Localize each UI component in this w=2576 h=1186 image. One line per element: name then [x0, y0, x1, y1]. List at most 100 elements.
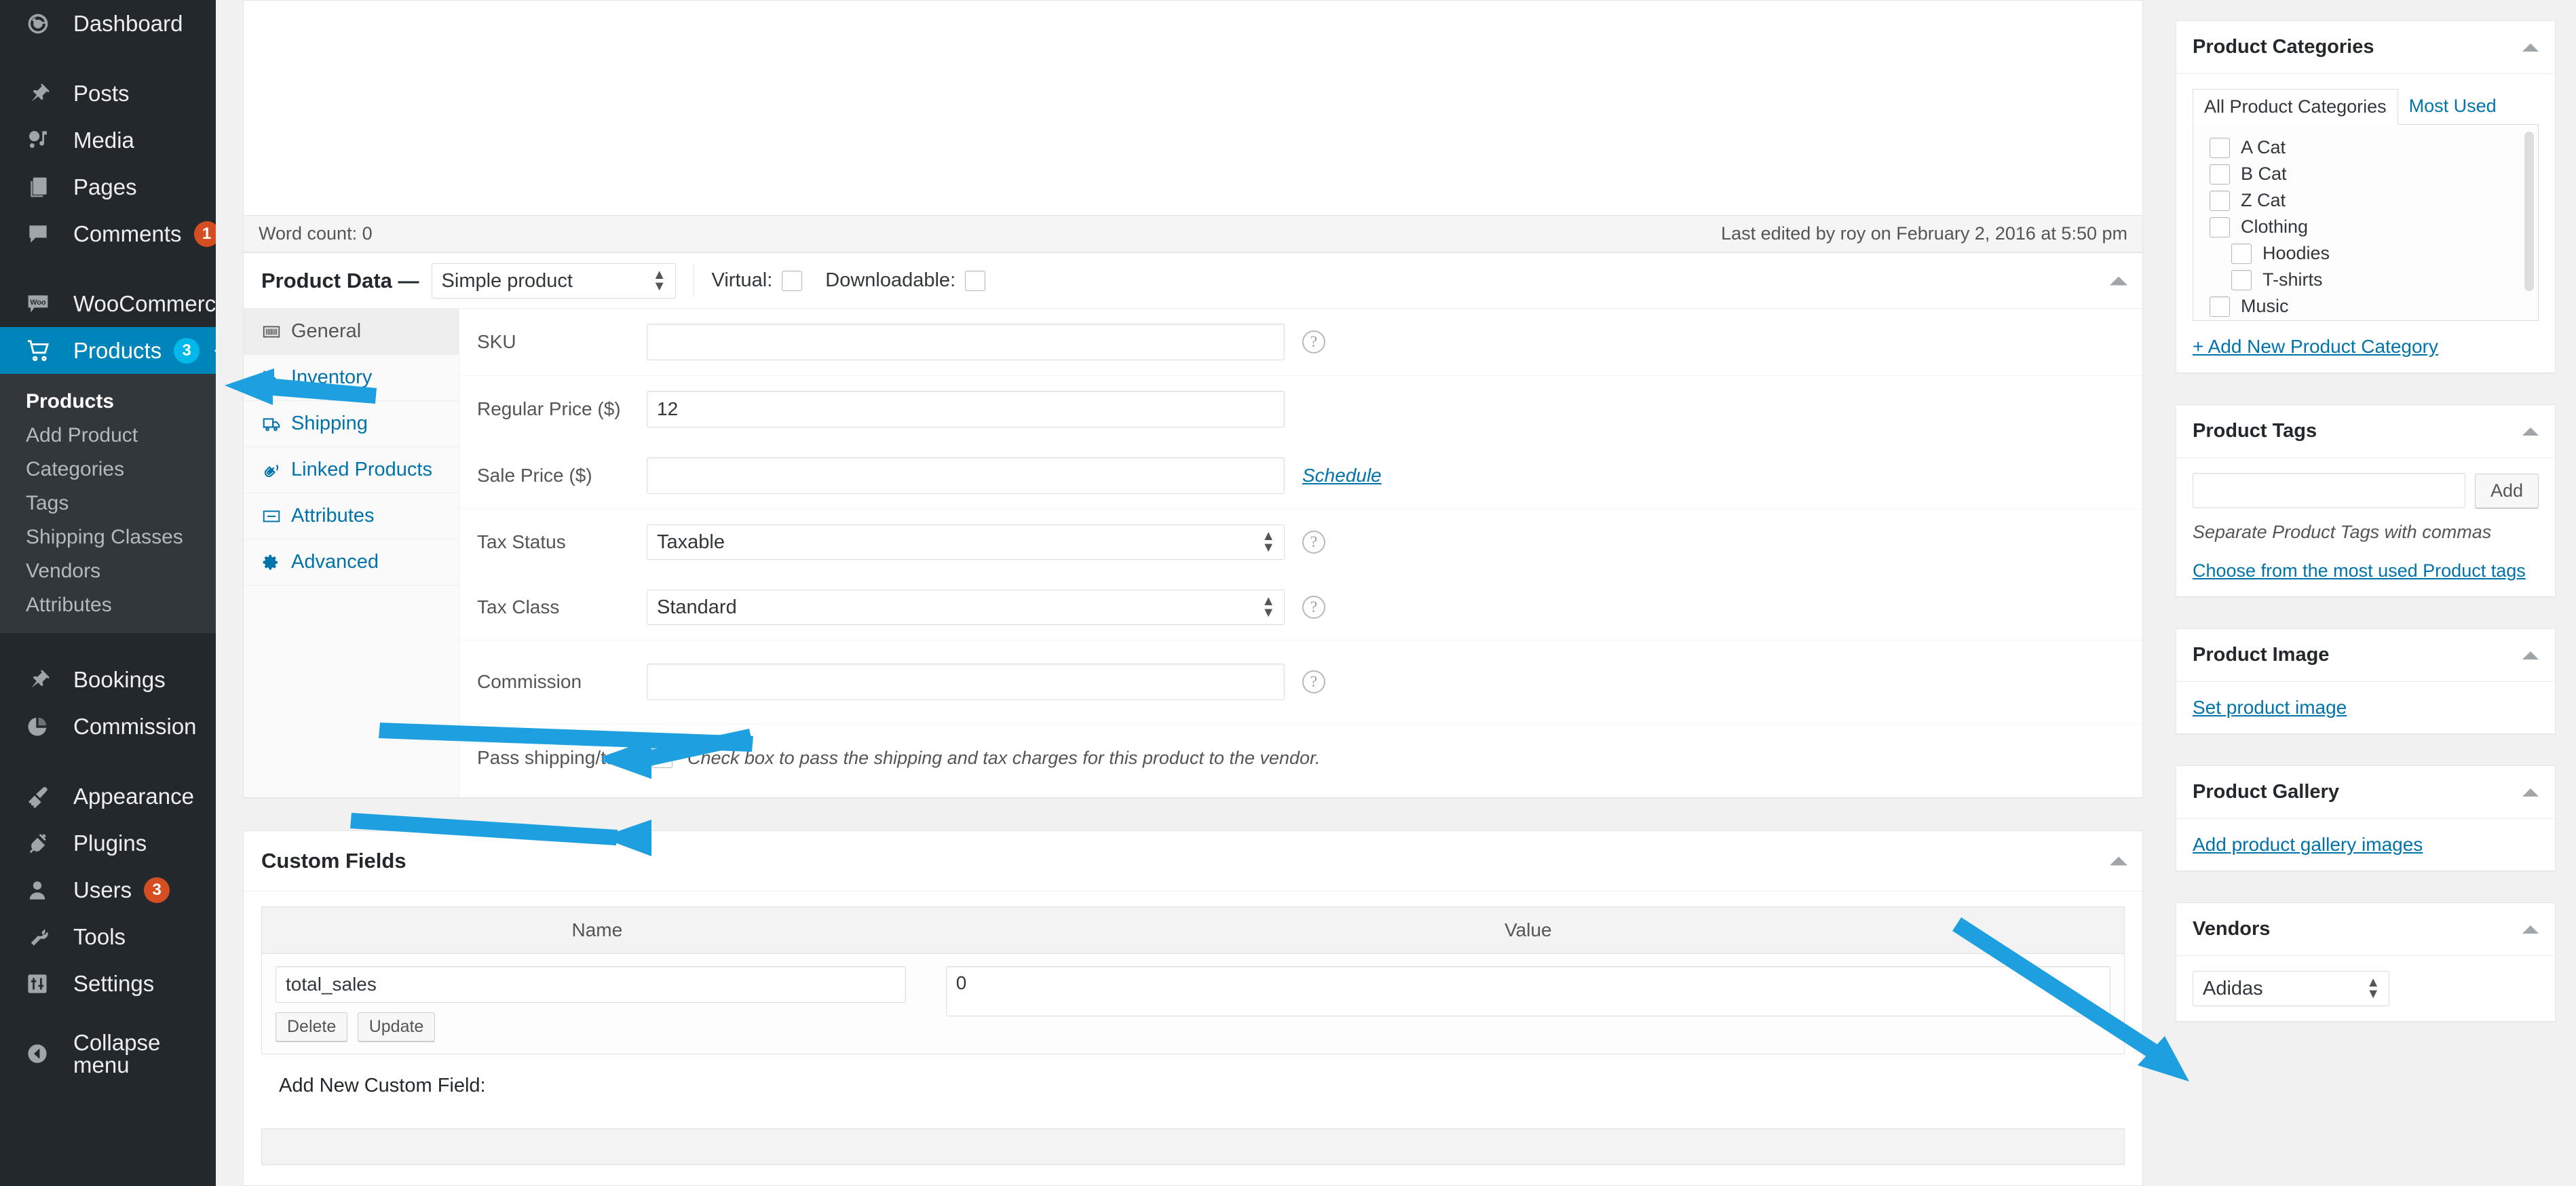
downloadable-label: Downloadable: [825, 269, 956, 291]
sidebar-item-attributes[interactable]: Attributes [0, 588, 216, 622]
add-tag-button[interactable]: Add [2474, 473, 2539, 508]
sidebar-item-users[interactable]: Users 3 [0, 866, 216, 913]
sidebar-item-plugins[interactable]: Plugins [0, 820, 216, 866]
pie-icon [26, 715, 58, 738]
category-checkbox[interactable] [2210, 190, 2230, 211]
sidebar-item-settings[interactable]: Settings [0, 960, 216, 1007]
sidebar-item-appearance[interactable]: Appearance [0, 773, 216, 820]
add-product-gallery-images-link[interactable]: Add product gallery images [2193, 834, 2423, 855]
toggle-panel-icon[interactable] [2110, 276, 2127, 285]
most-used-tags-link[interactable]: Choose from the most used Product tags [2193, 560, 2539, 581]
help-icon[interactable]: ? [1302, 330, 1325, 353]
chevron-up-icon[interactable] [2522, 925, 2539, 934]
sidebar-item-vendors[interactable]: Vendors [0, 554, 216, 588]
sale-price-input[interactable] [647, 457, 1285, 494]
help-icon[interactable]: ? [1302, 531, 1325, 554]
custom-field-value-textarea[interactable]: 0 [945, 966, 2110, 1016]
custom-field-name-input[interactable] [276, 966, 906, 1003]
list-item[interactable]: Hoodies [2200, 240, 2531, 267]
sidebar-item-comments[interactable]: Comments 1 [0, 210, 220, 257]
help-icon[interactable]: ? [1302, 670, 1325, 693]
commission-input[interactable] [647, 664, 1285, 700]
sidebar-item-pages[interactable]: Pages [0, 164, 216, 210]
sidebar-item-posts[interactable]: Posts [0, 70, 216, 117]
sidebar-item-collapse-menu[interactable]: Collapse menu [0, 1030, 216, 1077]
list-item[interactable]: Music [2200, 293, 2531, 320]
tab-most-used[interactable]: Most Used [2398, 89, 2507, 125]
downloadable-checkbox[interactable] [965, 270, 986, 291]
category-scrollbar[interactable] [2524, 132, 2534, 291]
category-label: A Cat [2241, 137, 2286, 157]
tab-advanced[interactable]: Advanced [244, 539, 459, 586]
tax-status-select[interactable]: Taxable [647, 524, 1285, 560]
custom-field-name-cell: Delete Update [261, 953, 932, 1054]
regular-price-label: Regular Price ($) [477, 398, 621, 419]
sidebar-item-dashboard[interactable]: Dashboard [0, 0, 216, 47]
pass-shipping-tax-checkbox[interactable] [652, 748, 673, 768]
product-type-select[interactable]: Simple product [431, 263, 676, 299]
category-checkbox[interactable] [2210, 296, 2230, 317]
virtual-checkbox[interactable] [782, 270, 803, 291]
sidebar-item-media[interactable]: Media [0, 117, 216, 164]
admin-sidebar: Dashboard Posts Media Pages Comments 1 W… [0, 0, 229, 1186]
panel-title-text: Product Categories [2193, 36, 2374, 58]
sku-input[interactable] [647, 324, 1285, 360]
chevron-up-icon[interactable] [2522, 788, 2539, 797]
chevron-up-icon[interactable] [2522, 43, 2539, 52]
tab-attributes[interactable]: Attributes [244, 493, 459, 539]
schedule-link[interactable]: Schedule [1302, 465, 1382, 486]
category-checkbox[interactable] [2210, 137, 2230, 158]
help-icon[interactable]: ? [1302, 596, 1325, 619]
tab-shipping[interactable]: Shipping [244, 401, 459, 447]
sidebar-item-label: Appearance [73, 784, 194, 809]
chevron-up-icon[interactable] [2522, 427, 2539, 436]
sidebar-item-categories[interactable]: Categories [0, 453, 216, 486]
chevron-up-icon[interactable] [2522, 651, 2539, 659]
attributes-icon [261, 506, 291, 527]
vendor-select[interactable]: Adidas [2193, 971, 2389, 1006]
sidebar-item-tools[interactable]: Tools [0, 913, 216, 960]
sidebar-item-add-product[interactable]: Add Product [0, 419, 216, 453]
product-categories-box: Product Categories All Product Categorie… [2176, 20, 2556, 373]
tab-general[interactable]: General [244, 309, 459, 355]
tab-inventory[interactable]: Inventory [244, 355, 459, 401]
products-submenu: Products Add Product Categories Tags Shi… [0, 374, 216, 633]
add-new-product-category-link[interactable]: + Add New Product Category [2193, 336, 2539, 358]
tax-class-select[interactable]: Standard [647, 590, 1285, 625]
sidebar-item-woocommerce[interactable]: Woo WooCommerce [0, 280, 229, 327]
list-item[interactable]: T-shirts [2200, 267, 2531, 293]
pages-icon [26, 175, 58, 199]
sidebar-item-label: Comments [73, 221, 182, 246]
update-button[interactable]: Update [357, 1012, 436, 1041]
list-item[interactable]: Albums [2200, 320, 2531, 321]
sidebar-item-label: Users [73, 877, 132, 902]
sidebar-item-bookings[interactable]: Bookings [0, 656, 216, 703]
regular-price-input[interactable] [647, 391, 1285, 427]
list-item[interactable]: Z Cat [2200, 187, 2531, 214]
product-tags-input[interactable] [2193, 473, 2465, 508]
sidebar-item-commission[interactable]: Commission [0, 703, 216, 750]
tab-label: Shipping [291, 413, 368, 434]
sidebar-item-shipping-classes[interactable]: Shipping Classes [0, 520, 216, 554]
toggle-panel-icon[interactable] [2110, 856, 2127, 866]
category-checklist[interactable]: A Cat B Cat Z Cat Clothing Hoodies T-shi… [2193, 124, 2539, 321]
list-item[interactable]: A Cat [2200, 134, 2531, 161]
tab-all-product-categories[interactable]: All Product Categories [2193, 89, 2398, 125]
delete-button[interactable]: Delete [276, 1012, 348, 1041]
list-item[interactable]: Clothing [2200, 214, 2531, 240]
editor-textarea[interactable] [244, 1, 2142, 216]
category-checkbox[interactable] [2210, 164, 2230, 185]
set-product-image-link[interactable]: Set product image [2193, 697, 2347, 718]
tax-status-label: Tax Status [477, 531, 566, 552]
sidebar-item-products-list[interactable]: Products [0, 385, 216, 419]
category-checkbox[interactable] [2231, 243, 2252, 264]
sidebar-item-tags[interactable]: Tags [0, 486, 216, 520]
product-tags-box: Product Tags Add Separate Product Tags w… [2176, 404, 2556, 597]
category-checkbox[interactable] [2231, 269, 2252, 290]
tab-linked-products[interactable]: Linked Products [244, 447, 459, 493]
panel-title-text: Product Tags [2193, 420, 2317, 442]
dashboard-icon [26, 12, 58, 36]
sidebar-item-products[interactable]: Products 3 [0, 327, 216, 374]
list-item[interactable]: B Cat [2200, 161, 2531, 187]
category-checkbox[interactable] [2210, 216, 2230, 237]
